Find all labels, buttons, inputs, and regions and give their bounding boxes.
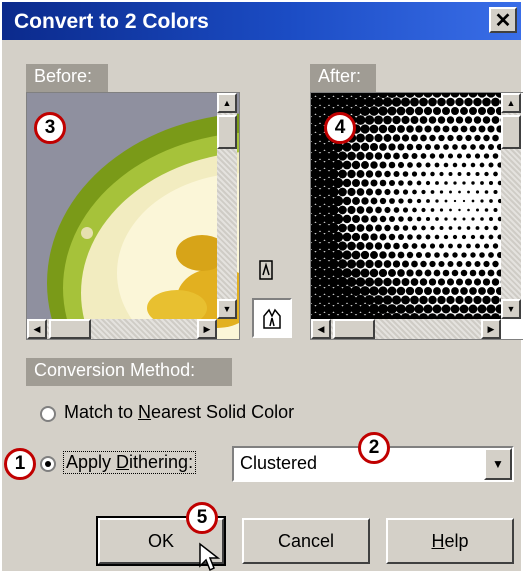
scroll-right-button[interactable]: ▶ (197, 319, 217, 339)
cancel-button[interactable]: Cancel (242, 518, 370, 564)
radio-nearest-solid-color[interactable] (40, 406, 56, 422)
after-vscrollbar[interactable]: ▲ ▼ (501, 93, 521, 319)
arrow-right-icon: ▶ (488, 324, 495, 335)
scroll-left-button[interactable]: ◀ (311, 319, 331, 339)
help-text: elp (444, 531, 468, 552)
option-dither-mnemonic: D (116, 452, 129, 472)
scroll-up-button[interactable]: ▲ (501, 93, 521, 113)
option-dither-text-a: Apply (66, 452, 116, 472)
scroll-right-button[interactable]: ▶ (481, 319, 501, 339)
before-hscroll-thumb[interactable] (49, 319, 91, 339)
option-nearest-mnemonic: N (138, 402, 151, 422)
after-hscrollbar[interactable]: ◀ ▶ (311, 319, 501, 339)
help-button[interactable]: Help (386, 518, 514, 564)
callout-5: 5 (186, 502, 218, 534)
option-nearest-text-a: Match to (64, 402, 138, 422)
callout-1: 1 (4, 448, 36, 480)
scroll-up-button[interactable]: ▲ (217, 93, 237, 113)
close-icon: ✕ (495, 8, 512, 33)
before-vscrollbar[interactable]: ▲ ▼ (217, 93, 237, 319)
arrow-down-icon: ▼ (223, 304, 232, 314)
after-hscroll-thumb[interactable] (333, 319, 375, 339)
arrow-left-icon: ◀ (34, 324, 41, 335)
convert-dialog: Convert to 2 Colors ✕ Before: ▲ ▼ ◀ ▶ (0, 0, 523, 573)
before-vscroll-thumb[interactable] (217, 115, 237, 149)
scroll-down-button[interactable]: ▼ (501, 299, 521, 319)
arrow-up-icon: ▲ (223, 98, 232, 108)
callout-3: 3 (34, 112, 66, 144)
after-vscroll-thumb[interactable] (501, 115, 521, 149)
dithering-type-value: Clustered (240, 453, 317, 474)
scroll-down-button[interactable]: ▼ (217, 299, 237, 319)
before-hscrollbar[interactable]: ◀ ▶ (27, 319, 217, 339)
option-nearest-text-b: earest Solid Color (151, 402, 294, 422)
zoom-tool-button[interactable] (252, 298, 292, 338)
hand-tool-icon (260, 306, 284, 330)
scroll-left-button[interactable]: ◀ (27, 319, 47, 339)
mouse-pointer-icon (198, 542, 222, 574)
pan-tool-button[interactable] (246, 250, 286, 290)
callout-2: 2 (358, 432, 390, 464)
dropdown-button[interactable]: ▼ (484, 448, 512, 480)
conversion-method-label: Conversion Method: (26, 358, 232, 386)
dialog-title: Convert to 2 Colors (14, 10, 209, 34)
option-dithering-label[interactable]: Apply Dithering: (64, 452, 195, 473)
callout-4: 4 (324, 112, 356, 144)
zoom-tool-icon (256, 259, 276, 281)
chevron-down-icon: ▼ (492, 457, 504, 471)
arrow-down-icon: ▼ (507, 304, 516, 314)
help-mnemonic: H (431, 531, 444, 552)
title-bar[interactable]: Convert to 2 Colors ✕ (2, 2, 521, 40)
option-dither-text-b: ithering: (129, 452, 193, 472)
arrow-up-icon: ▲ (507, 98, 516, 108)
arrow-right-icon: ▶ (204, 324, 211, 335)
before-label: Before: (26, 64, 108, 92)
close-button[interactable]: ✕ (489, 7, 517, 33)
option-nearest-label[interactable]: Match to Nearest Solid Color (64, 402, 294, 423)
after-label: After: (310, 64, 376, 92)
radio-apply-dithering[interactable] (40, 456, 56, 472)
arrow-left-icon: ◀ (318, 324, 325, 335)
